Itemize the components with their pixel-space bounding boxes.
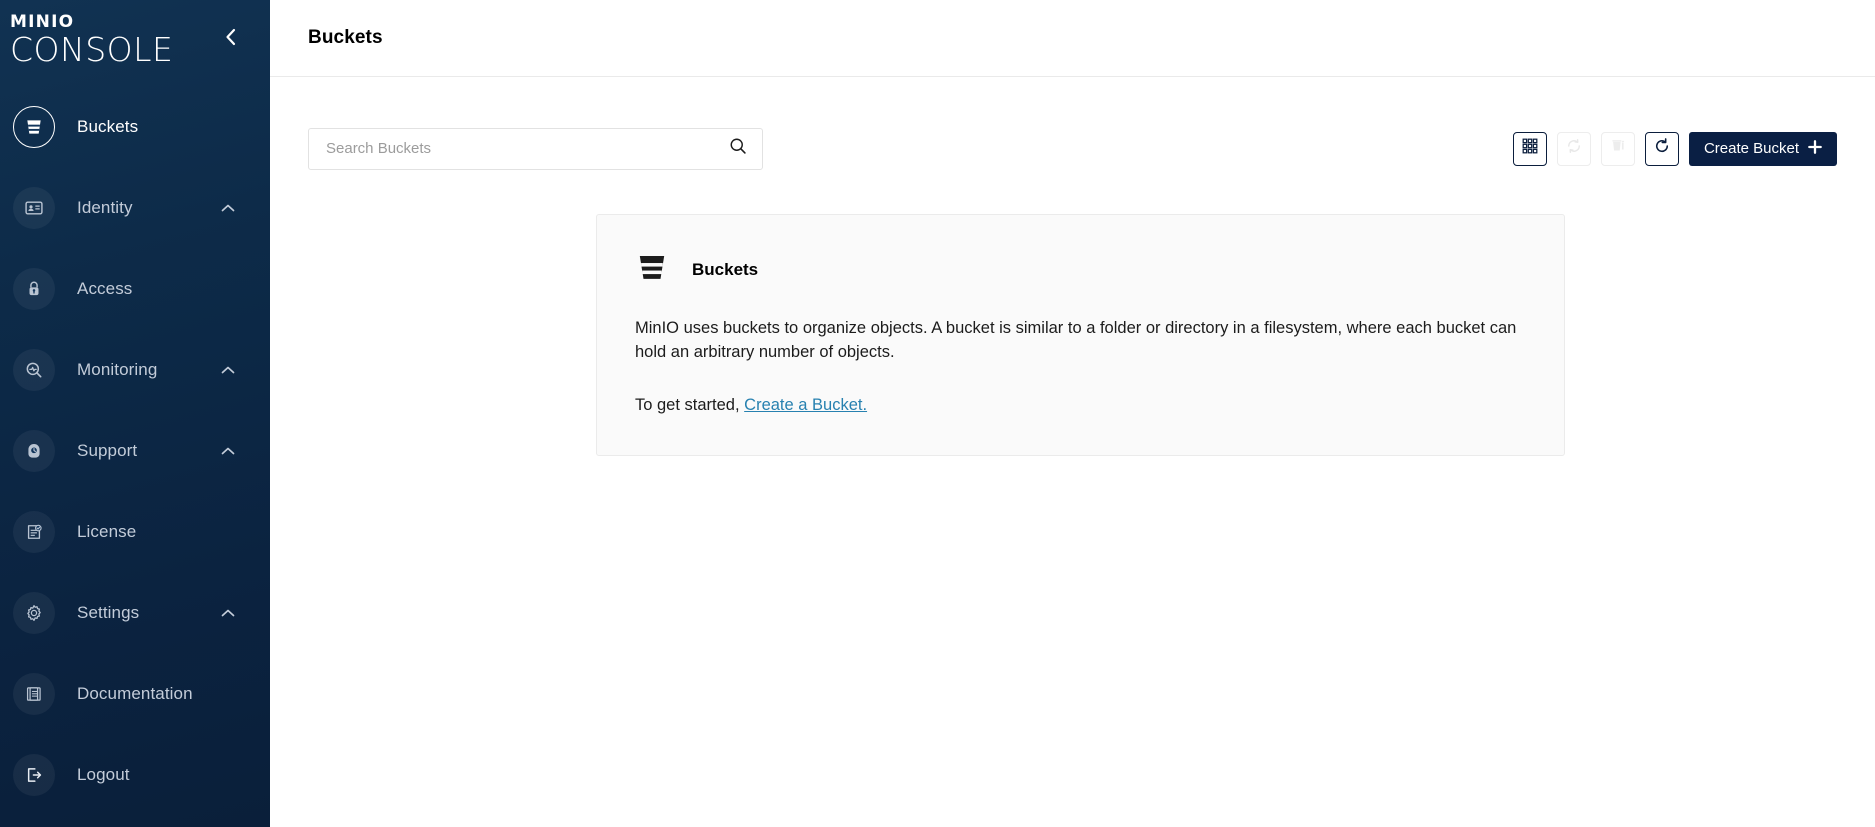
sidebar-item-label: License — [77, 522, 137, 541]
sidebar-collapse-button[interactable] — [218, 26, 244, 52]
plus-icon — [1808, 139, 1822, 158]
gear-icon — [13, 592, 55, 634]
toolbar-actions: Create Bucket — [1512, 131, 1837, 166]
sidebar-item-label: Buckets — [77, 117, 139, 136]
sidebar-logo: MINIO CONSOLE — [0, 0, 270, 76]
sidebar-item-label: Monitoring — [77, 360, 158, 379]
bucket-icon — [635, 250, 669, 289]
info-card-header: Buckets — [635, 250, 1526, 289]
search-icon[interactable] — [728, 136, 748, 161]
info-card-title: Buckets — [692, 259, 759, 279]
delete-multiple-button — [1600, 131, 1635, 166]
sidebar-item-access[interactable]: Access — [0, 266, 270, 312]
create-bucket-label: Create Bucket — [1703, 140, 1799, 157]
sidebar-item-label: Documentation — [77, 684, 193, 703]
support-icon — [13, 430, 55, 472]
logout-icon — [13, 754, 55, 796]
sidebar-item-identity[interactable]: Identity — [0, 185, 270, 231]
chevron-left-icon — [223, 27, 239, 52]
monitoring-icon — [13, 349, 55, 391]
lock-icon — [13, 268, 55, 310]
chevron-up-icon[interactable] — [219, 442, 237, 460]
page-title: Buckets — [308, 27, 383, 48]
page-content: Create Bucket — [270, 77, 1875, 827]
refresh-icon — [1653, 137, 1671, 160]
buckets-info-card: Buckets MinIO uses buckets to organize o… — [596, 214, 1565, 456]
chevron-up-icon[interactable] — [219, 199, 237, 217]
sidebar-item-support[interactable]: Support — [0, 428, 270, 474]
sidebar-item-documentation[interactable]: Documentation — [0, 671, 270, 717]
sidebar-item-label: Identity — [77, 198, 133, 217]
sidebar-item-logout[interactable]: Logout — [0, 752, 270, 798]
info-card-cta-prefix: To get started, — [635, 395, 745, 414]
sync-button — [1556, 131, 1591, 166]
license-icon — [13, 511, 55, 553]
grid-view-button[interactable] — [1512, 131, 1547, 166]
sidebar-item-buckets[interactable]: Buckets — [0, 104, 270, 150]
info-card-description: MinIO uses buckets to organize objects. … — [635, 319, 1517, 362]
info-card-cta: To get started, Create a Bucket. — [635, 396, 1526, 415]
book-icon — [13, 673, 55, 715]
sidebar-item-monitoring[interactable]: Monitoring — [0, 347, 270, 393]
sidebar-item-label: Support — [77, 441, 138, 460]
search-input[interactable] — [326, 140, 728, 157]
toolbar: Create Bucket — [308, 120, 1837, 177]
chevron-up-icon[interactable] — [219, 604, 237, 622]
sidebar-item-label: Access — [77, 279, 133, 298]
refresh-button[interactable] — [1644, 131, 1679, 166]
page-header: Buckets — [270, 0, 1875, 77]
sidebar: MINIO CONSOLE Buckets Identity Access Mo… — [0, 0, 270, 827]
identity-card-icon — [13, 187, 55, 229]
sidebar-item-label: Logout — [77, 765, 130, 784]
sync-icon — [1565, 137, 1583, 160]
search-buckets-box[interactable] — [308, 127, 763, 170]
minio-console-app: MINIO CONSOLE Buckets Identity Access Mo… — [0, 0, 1875, 827]
sidebar-item-license[interactable]: License — [0, 509, 270, 555]
sidebar-item-label: Settings — [77, 603, 140, 622]
sidebar-item-settings[interactable]: Settings — [0, 590, 270, 636]
sidebar-nav: Buckets Identity Access Monitoring Suppo… — [0, 104, 270, 798]
grid-view-icon — [1521, 137, 1539, 160]
chevron-up-icon[interactable] — [219, 361, 237, 379]
bucket-icon — [13, 106, 55, 148]
main-area: Buckets Search Buckets Create Bucket Buc… — [270, 0, 1875, 827]
create-bucket-button[interactable]: Create Bucket — [1688, 131, 1837, 166]
delete-multiple-icon — [1609, 137, 1627, 160]
create-a-bucket-link[interactable]: Create a Bucket. — [744, 396, 867, 414]
